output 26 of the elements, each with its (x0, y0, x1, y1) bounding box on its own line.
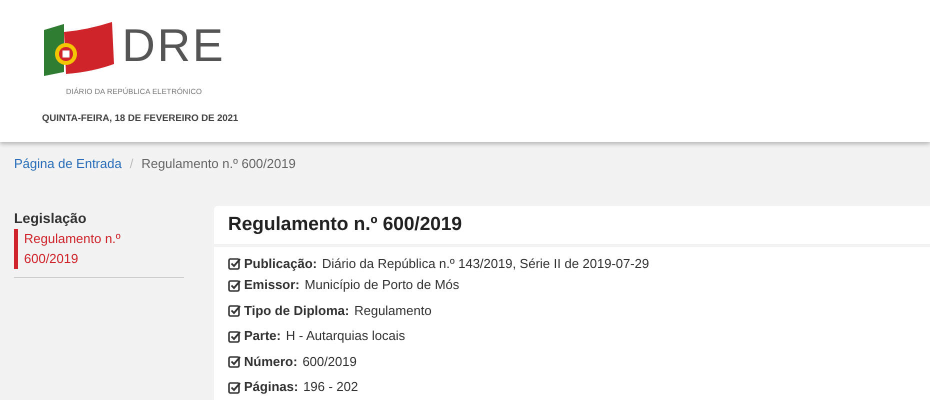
field-label: Publicação: (244, 254, 317, 273)
field-label: Parte: (244, 327, 281, 346)
checkbox-icon (228, 278, 241, 292)
breadcrumb-current: Regulamento n.º 600/2019 (141, 155, 296, 173)
date-text: QUINTA-FEIRA, 18 DE FEVEREIRO DE 2021 (42, 112, 240, 126)
checkbox-icon (228, 380, 241, 394)
document-title: Regulamento n.º 600/2019 (214, 206, 930, 244)
breadcrumb-separator: / (130, 155, 134, 173)
field-value: 600/2019 (302, 352, 357, 371)
checkbox-icon (228, 355, 241, 368)
checkbox-icon (228, 256, 241, 270)
sidebar-item[interactable]: Regulamento n.º 600/2019 (14, 228, 144, 268)
checkbox-icon (228, 304, 241, 318)
sidebar-title: Legislação (14, 208, 88, 228)
logo-text: DRE (122, 22, 226, 68)
field-value: Diário da República n.º 143/2019, Série II de 2019-07-29 (322, 254, 650, 273)
breadcrumb-link[interactable]: Página de Entrada (14, 154, 122, 174)
field-value: Regulamento (354, 302, 432, 320)
field-label: Emissor: (244, 276, 300, 294)
field-label: Tipo de Diploma: (244, 302, 350, 320)
field-value: Município de Porto de Mós (304, 276, 460, 294)
checkbox-icon (228, 330, 241, 343)
field-value: 196 - 202 (303, 378, 358, 396)
field-label: Páginas: (244, 378, 298, 396)
field-value: H - Autarquias locais (286, 327, 406, 346)
field-label: Número: (244, 352, 298, 371)
